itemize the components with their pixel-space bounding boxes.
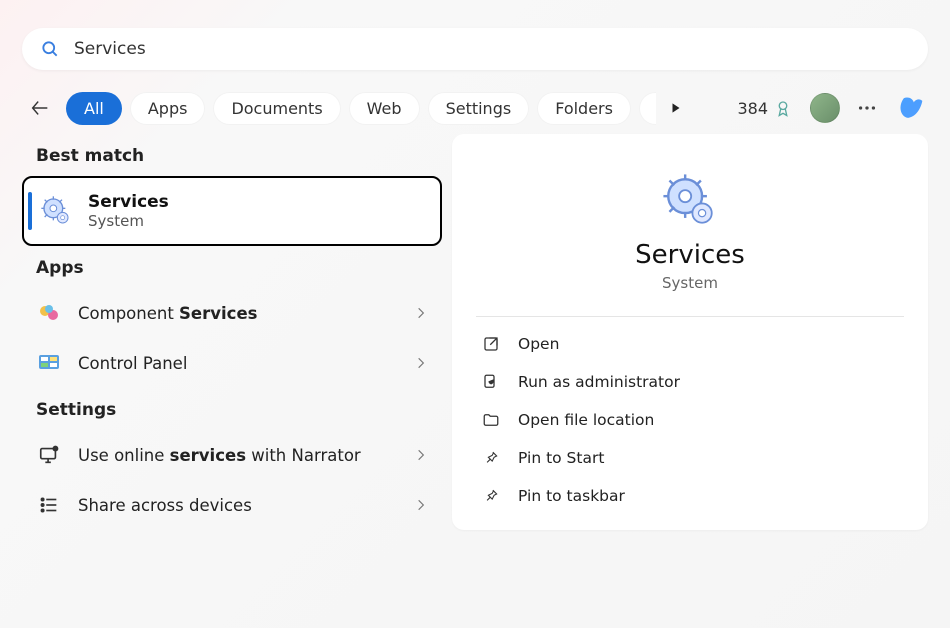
filter-tabs: All Apps Documents Web Settings Folders … (66, 92, 656, 125)
divider (476, 316, 904, 317)
result-control-panel[interactable]: Control Panel (22, 338, 442, 388)
detail-app-icon (476, 172, 904, 230)
tab-apps[interactable]: Apps (130, 92, 206, 125)
search-icon (40, 39, 60, 59)
tab-web[interactable]: Web (349, 92, 420, 125)
tab-settings[interactable]: Settings (428, 92, 530, 125)
action-label: Pin to Start (518, 449, 604, 467)
detail-subtitle: System (476, 274, 904, 292)
shield-icon (482, 373, 500, 391)
open-icon (482, 335, 500, 353)
pin-icon (482, 487, 500, 505)
copilot-icon[interactable] (894, 91, 928, 125)
result-label: Use online services with Narrator (78, 446, 398, 465)
chevron-right-icon (414, 498, 428, 512)
result-label: Share across devices (78, 496, 398, 515)
result-component-services[interactable]: Component Services (22, 288, 442, 338)
best-match-title: Services (88, 192, 169, 212)
result-label: Component Services (78, 304, 398, 323)
result-narrator-services[interactable]: Use online services with Narrator (22, 430, 442, 480)
chevron-right-icon (414, 356, 428, 370)
tab-folders[interactable]: Folders (537, 92, 631, 125)
tab-photos[interactable]: Ph (639, 92, 656, 125)
points-value: 384 (737, 99, 768, 118)
more-button[interactable] (856, 97, 878, 119)
list-icon (36, 492, 62, 518)
component-services-icon (36, 300, 62, 326)
section-best-match: Best match (36, 146, 442, 166)
control-panel-icon (36, 350, 62, 376)
result-share-devices[interactable]: Share across devices (22, 480, 442, 530)
pin-icon (482, 449, 500, 467)
tabs-scroll-right[interactable] (664, 101, 688, 115)
action-label: Open file location (518, 411, 654, 429)
section-settings: Settings (36, 400, 442, 420)
tab-documents[interactable]: Documents (213, 92, 340, 125)
result-label: Control Panel (78, 354, 398, 373)
detail-panel: Services System Open Run as administrato… (452, 134, 928, 530)
tab-all[interactable]: All (66, 92, 122, 125)
medal-icon (774, 99, 792, 117)
filter-toolbar: All Apps Documents Web Settings Folders … (0, 82, 950, 134)
monitor-icon (36, 442, 62, 468)
rewards-points[interactable]: 384 (737, 99, 792, 118)
search-bar[interactable] (22, 28, 928, 70)
chevron-right-icon (414, 448, 428, 462)
best-match-result[interactable]: Services System (22, 176, 442, 246)
action-pin-start[interactable]: Pin to Start (476, 439, 904, 477)
section-apps: Apps (36, 258, 442, 278)
action-label: Pin to taskbar (518, 487, 625, 505)
services-app-icon (40, 195, 72, 227)
action-open[interactable]: Open (476, 325, 904, 363)
results-panel: Best match Services System Apps Componen… (22, 134, 442, 530)
action-run-admin[interactable]: Run as administrator (476, 363, 904, 401)
action-pin-taskbar[interactable]: Pin to taskbar (476, 477, 904, 515)
action-label: Run as administrator (518, 373, 680, 391)
detail-title: Services (476, 240, 904, 270)
action-label: Open (518, 335, 559, 353)
user-avatar[interactable] (810, 93, 840, 123)
search-input[interactable] (74, 39, 910, 59)
best-match-subtitle: System (88, 212, 169, 230)
back-button[interactable] (22, 90, 58, 126)
action-open-location[interactable]: Open file location (476, 401, 904, 439)
folder-icon (482, 411, 500, 429)
chevron-right-icon (414, 306, 428, 320)
